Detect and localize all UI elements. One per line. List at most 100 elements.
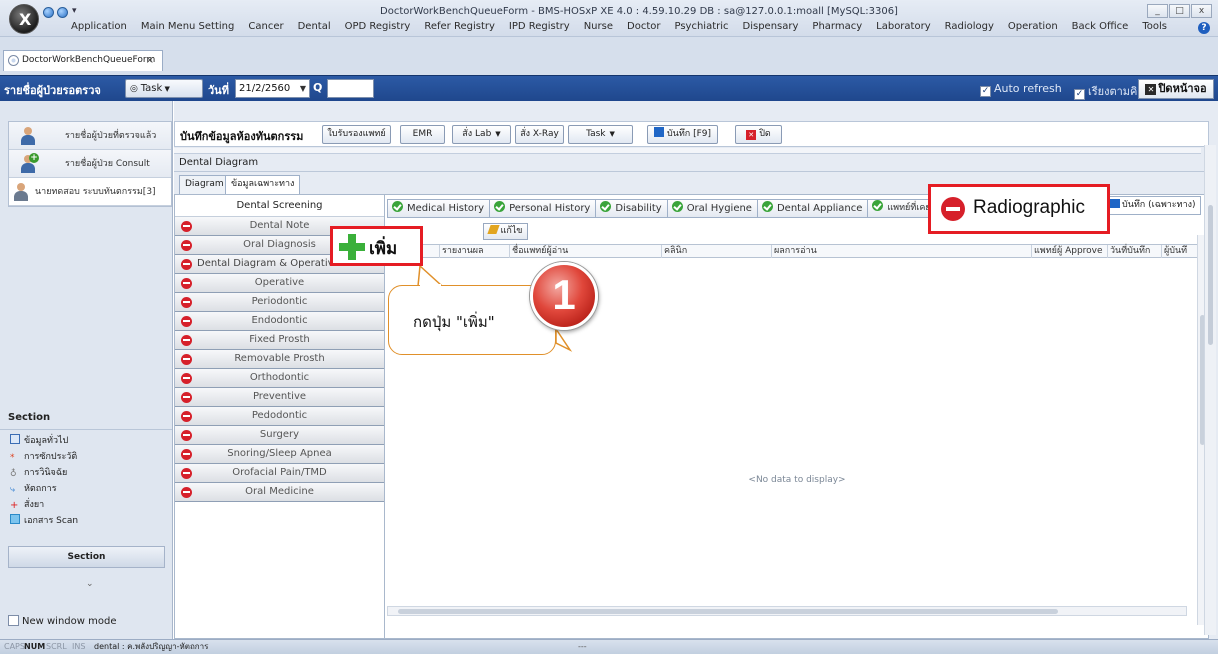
check-icon — [671, 201, 683, 212]
menu-tools[interactable]: Tools — [1135, 21, 1174, 32]
remove-icon — [181, 335, 192, 346]
save-specialty-button[interactable]: บันทึก (เฉพาะทาง) — [1105, 196, 1201, 215]
horizontal-scrollbar[interactable] — [387, 606, 1187, 616]
chevron-down-icon[interactable]: ⌄ — [86, 579, 94, 589]
close-form-button[interactable]: ✕ ปิด — [735, 125, 782, 144]
edit-button[interactable]: แก้ไข — [483, 223, 528, 240]
grid-header: รายงานผล ชื่อแพทย์ผู้อ่าน คลินิก ผลการอ่… — [387, 244, 1207, 258]
menu-refer-registry[interactable]: Refer Registry — [417, 21, 502, 32]
screening-item[interactable]: Removable Prosth — [175, 350, 384, 369]
screening-item[interactable]: Periodontic — [175, 293, 384, 312]
doctor-certificate-button[interactable]: ใบรับรองแพทย์ — [322, 125, 391, 144]
screening-item[interactable]: Pedodontic — [175, 407, 384, 426]
auto-refresh-checkbox[interactable]: ✓ Auto refresh — [980, 82, 1062, 97]
sort-queue-checkbox[interactable]: ✓ เรียงตามคิว — [1074, 82, 1144, 100]
column-header[interactable]: คลินิก — [661, 245, 771, 258]
section-item-procedure[interactable]: ⤷ หัตถการ — [10, 481, 78, 497]
section-item-history[interactable]: * การซักประวัติ — [10, 449, 78, 465]
remove-icon — [181, 278, 192, 289]
tab-doctor-workbench[interactable]: DoctorWorkBenchQueueForm × — [3, 50, 163, 71]
scroll-thumb[interactable] — [398, 609, 1058, 614]
save-label: บันทึก [F9] — [666, 129, 712, 139]
column-header[interactable]: ชื่อแพทย์ผู้อ่าน — [509, 245, 661, 258]
queue-input[interactable] — [327, 79, 374, 98]
menu-opd-registry[interactable]: OPD Registry — [338, 21, 418, 32]
syringe-icon: ⤷ — [10, 485, 16, 495]
menu-application[interactable]: Application — [64, 21, 134, 32]
menu-dental[interactable]: Dental — [291, 21, 338, 32]
column-header[interactable]: แพทย์ผู้ Approve — [1031, 245, 1107, 258]
section-item-prescription[interactable]: + สั่งยา — [10, 497, 78, 513]
close-window-button[interactable]: x — [1191, 4, 1212, 18]
chevron-down-icon[interactable]: ▼ — [300, 80, 306, 97]
column-header[interactable]: รายงานผล — [439, 245, 509, 258]
date-label: วันที่ — [208, 84, 229, 97]
tab-medical-history[interactable]: Medical History — [387, 199, 490, 218]
doctor-avatar-icon — [21, 127, 35, 145]
task-menu-button[interactable]: Task ▼ — [568, 125, 633, 144]
column-header[interactable]: วันที่บันทึก — [1107, 245, 1161, 258]
tab-previous-doctor[interactable]: แพทย์ที่เคย — [867, 199, 936, 218]
page-vertical-scrollbar[interactable] — [1204, 145, 1216, 635]
emr-button[interactable]: EMR — [400, 125, 445, 144]
menu-laboratory[interactable]: Laboratory — [869, 21, 937, 32]
section-item-general[interactable]: ข้อมูลทั่วไป — [10, 433, 78, 449]
collapsed-strip — [174, 148, 1201, 154]
maximize-button[interactable]: □ — [1169, 4, 1190, 18]
screening-item[interactable]: Oral Medicine — [175, 483, 384, 502]
step-number-badge: 1 — [530, 262, 598, 330]
section-button[interactable]: Section — [8, 546, 165, 568]
menu-dispensary[interactable]: Dispensary — [736, 21, 806, 32]
tab-disability[interactable]: Disability — [595, 199, 667, 218]
minimize-button[interactable]: _ — [1147, 4, 1168, 18]
order-lab-button[interactable]: สั่ง Lab ▼ — [452, 125, 511, 144]
screening-item[interactable]: Endodontic — [175, 312, 384, 331]
section-item-diagnosis[interactable]: ♁ การวินิจฉัย — [10, 465, 78, 481]
list-item-consult-patients[interactable]: + รายชื่อผู้ป่วย Consult — [9, 150, 171, 178]
menu-cancer[interactable]: Cancer — [241, 21, 290, 32]
close-screen-button[interactable]: ✕ ปิดหน้าจอ — [1138, 79, 1214, 99]
screening-item[interactable]: Orofacial Pain/TMD — [175, 464, 384, 483]
menu-nurse[interactable]: Nurse — [577, 21, 620, 32]
list-item-current-patient[interactable]: นายทดสอบ ระบบทันตกรรม[3] — [9, 178, 171, 206]
column-header[interactable]: ผลการอ่าน — [771, 245, 1031, 258]
menu-psychiatric[interactable]: Psychiatric — [667, 21, 735, 32]
tab-oral-hygiene[interactable]: Oral Hygiene — [666, 199, 757, 218]
section-item-scan[interactable]: เอกสาร Scan — [10, 513, 78, 529]
menu-back-office[interactable]: Back Office — [1065, 21, 1136, 32]
help-icon[interactable]: ? — [1198, 22, 1210, 34]
new-window-label: New window mode — [22, 616, 117, 627]
screening-item[interactable]: Preventive — [175, 388, 384, 407]
screening-item[interactable]: Surgery — [175, 426, 384, 445]
task-button[interactable]: ◎ Task ▼ — [125, 79, 203, 98]
menu-ipd-registry[interactable]: IPD Registry — [502, 21, 577, 32]
close-tab-icon[interactable]: × — [146, 51, 154, 70]
radiographic-tab-callout[interactable]: Radiographic — [928, 184, 1110, 234]
date-input[interactable]: 21/2/2560 ▼ — [235, 79, 310, 98]
screening-item-label: Oral Diagnosis — [243, 239, 316, 250]
scroll-thumb[interactable] — [1208, 205, 1213, 345]
order-xray-button[interactable]: สั่ง X-Ray — [515, 125, 564, 144]
menu-operation[interactable]: Operation — [1001, 21, 1065, 32]
screening-item[interactable]: Operative — [175, 274, 384, 293]
menu-doctor[interactable]: Doctor — [620, 21, 667, 32]
menu-main-menu-setting[interactable]: Main Menu Setting — [134, 21, 242, 32]
tab-personal-history[interactable]: Personal History — [489, 199, 596, 218]
add-badge-icon: + — [29, 153, 39, 163]
save-button[interactable]: บันทึก [F9] — [647, 125, 718, 144]
add-button-callout[interactable]: เพิ่ม — [330, 226, 423, 266]
tab-diagram[interactable]: Diagram — [179, 175, 230, 194]
tab-dental-appliance[interactable]: Dental Appliance — [756, 199, 868, 218]
title-bar: X ▾ DoctorWorkBenchQueueForm - BMS-HOSxP… — [0, 0, 1218, 37]
screening-item[interactable]: Orthodontic — [175, 369, 384, 388]
dental-screening-header[interactable]: Dental Screening — [175, 195, 384, 217]
remove-icon — [181, 430, 192, 441]
remove-icon — [181, 373, 192, 384]
menu-radiology[interactable]: Radiology — [938, 21, 1001, 32]
screening-item[interactable]: Snoring/Sleep Apnea — [175, 445, 384, 464]
screening-item[interactable]: Fixed Prosth — [175, 331, 384, 350]
tab-specialty-data[interactable]: ข้อมูลเฉพาะทาง — [225, 175, 301, 195]
new-window-mode-checkbox[interactable]: New window mode — [8, 615, 116, 627]
list-item-examined-patients[interactable]: รายชื่อผู้ป่วยที่ตรวจแล้ว — [9, 122, 171, 150]
menu-pharmacy[interactable]: Pharmacy — [805, 21, 869, 32]
